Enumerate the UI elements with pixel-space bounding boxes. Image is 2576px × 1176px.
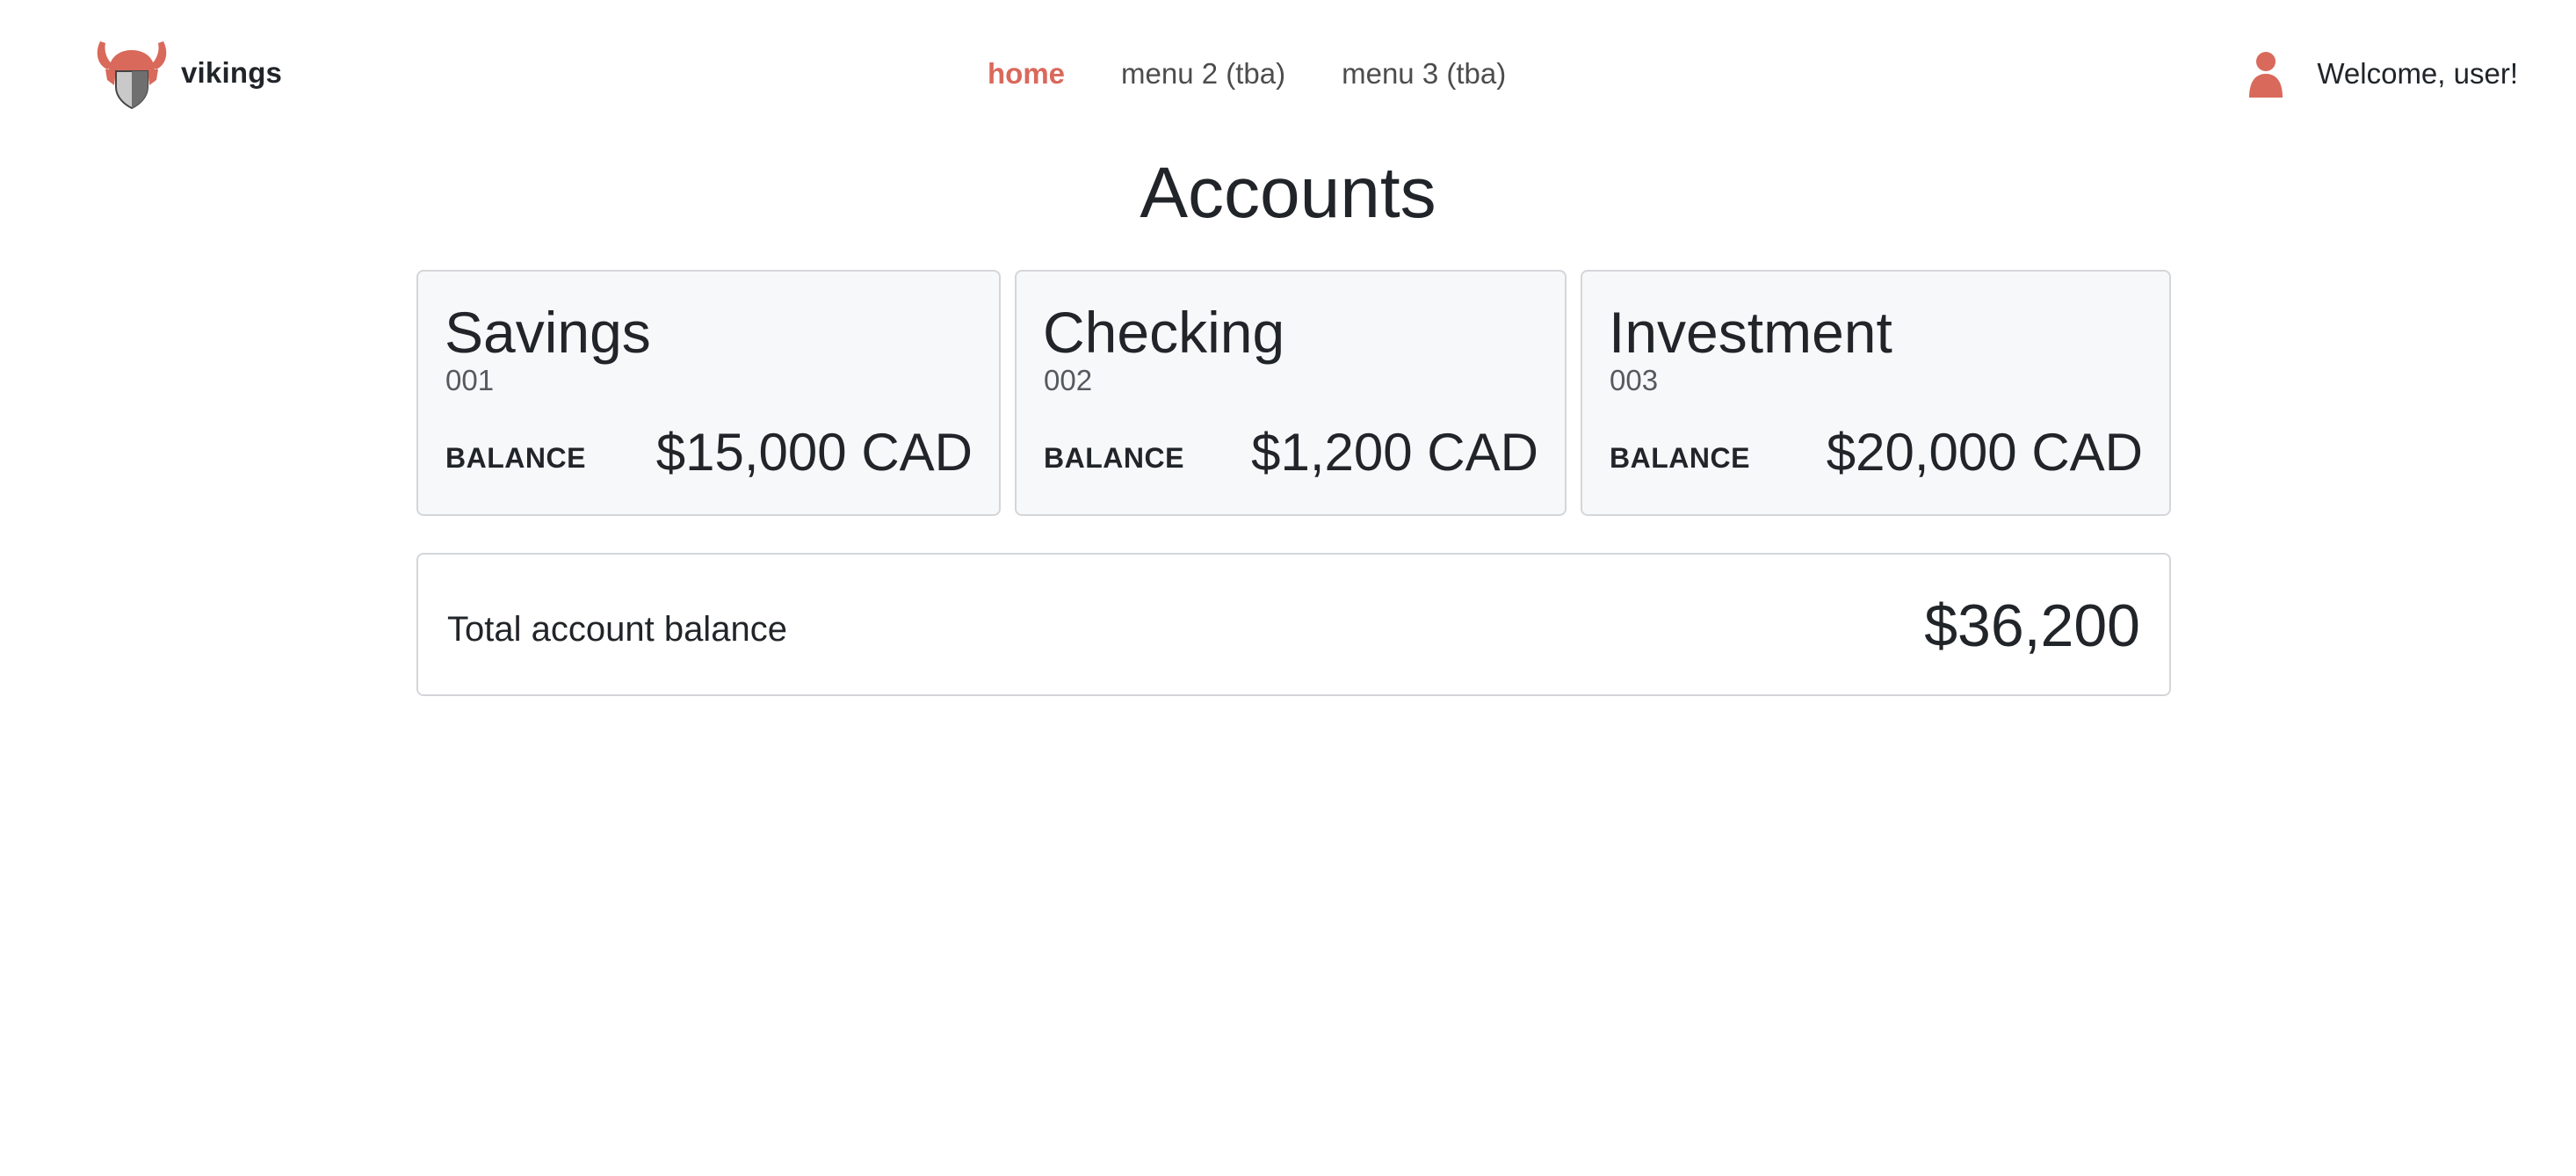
balance-value: $15,000 CAD xyxy=(655,423,973,482)
user-area: Welcome, user! xyxy=(2247,44,2518,104)
account-card-checking[interactable]: Checking 002 BALANCE $1,200 CAD xyxy=(1015,270,1567,516)
account-number: 001 xyxy=(445,364,495,396)
nav-item-menu-3[interactable]: menu 3 (tba) xyxy=(1342,57,1506,91)
balance-label: BALANCE xyxy=(1610,442,1750,474)
brand-link[interactable]: vikings xyxy=(95,33,282,113)
account-name: Checking xyxy=(1043,300,1285,365)
welcome-message: Welcome, user! xyxy=(2317,57,2518,90)
balance-label: BALANCE xyxy=(1044,442,1184,474)
account-number: 002 xyxy=(1044,364,1093,396)
user-icon[interactable] xyxy=(2247,50,2285,98)
account-name: Savings xyxy=(445,300,651,365)
brand-name: vikings xyxy=(181,56,283,89)
account-number: 003 xyxy=(1610,364,1659,396)
total-balance-label: Total account balance xyxy=(447,610,787,649)
top-navbar: vikings home menu 2 (tba) menu 3 (tba) W… xyxy=(0,0,2576,148)
total-balance-card: Total account balance $36,200 xyxy=(416,553,2171,696)
account-card-investment[interactable]: Investment 003 BALANCE $20,000 CAD xyxy=(1581,270,2171,516)
balance-value: $1,200 CAD xyxy=(1251,423,1538,482)
balance-value: $20,000 CAD xyxy=(1826,423,2143,482)
page-title: Accounts xyxy=(1140,153,1436,233)
main-menu: home menu 2 (tba) menu 3 (tba) xyxy=(988,49,1562,98)
viking-helmet-shield-icon xyxy=(97,41,167,110)
nav-item-menu-2[interactable]: menu 2 (tba) xyxy=(1121,57,1285,91)
nav-item-home[interactable]: home xyxy=(988,57,1065,91)
balance-label: BALANCE xyxy=(445,442,586,474)
account-name: Investment xyxy=(1609,300,1892,365)
total-balance-value: $36,200 xyxy=(1924,592,2140,659)
account-card-savings[interactable]: Savings 001 BALANCE $15,000 CAD xyxy=(416,270,1001,516)
